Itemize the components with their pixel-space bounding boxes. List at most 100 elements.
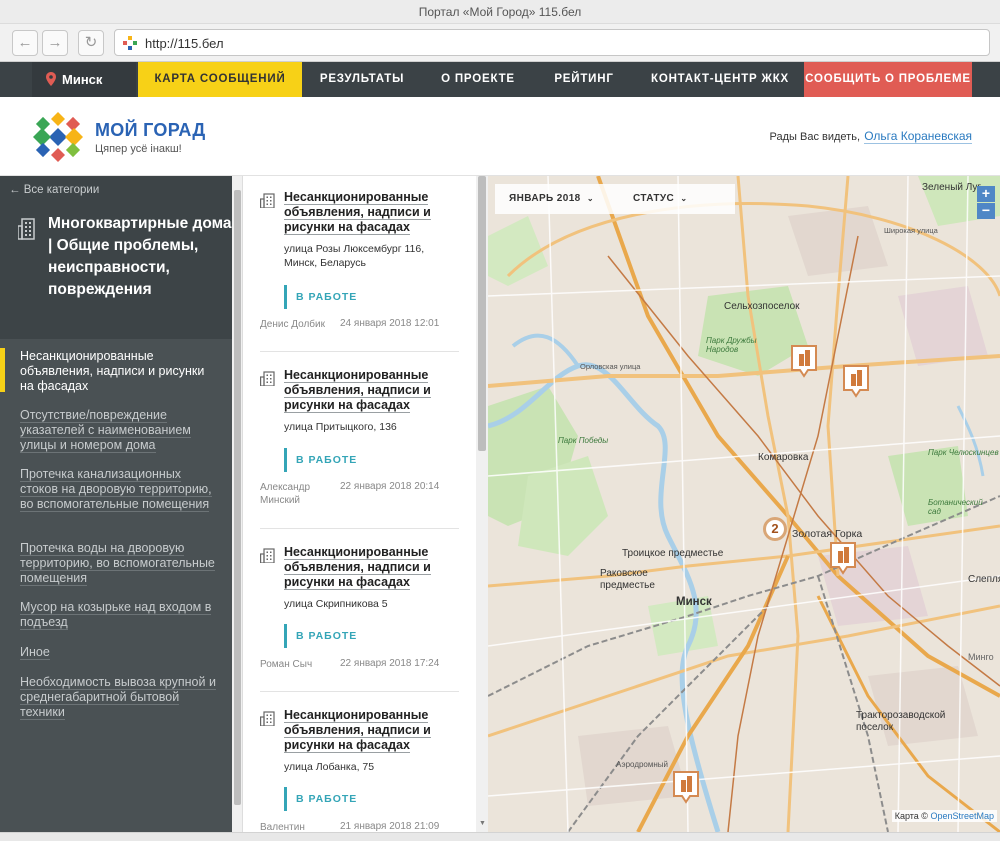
subcategory-item[interactable]: Отсутствие/повреждение указателей с наим…	[20, 408, 220, 453]
subcategory-item[interactable]: Протечка канализационных стоков на дворо…	[20, 467, 220, 512]
message-title-text: Несанкционированные объявления, надписи …	[284, 368, 431, 413]
message-address: улица Лобанка, 75	[284, 761, 375, 773]
message-address: улица Скрипникова 5	[284, 598, 388, 610]
map-label: Парк Челюскинцев	[928, 448, 999, 457]
map-marker-icon[interactable]	[672, 770, 700, 804]
map-label: Раковское предместье	[600, 568, 655, 591]
chevron-down-icon: ⌄	[586, 194, 594, 203]
message-date: 22 января 2018 17:24	[340, 658, 440, 669]
card-divider	[260, 691, 459, 692]
subcategory-label: Протечка канализационных стоков на дворо…	[20, 467, 212, 512]
subcategory-label: Мусор на козырьке над входом в подъезд	[20, 600, 212, 630]
map-label: Парк Победы	[558, 436, 609, 445]
subcategory-item[interactable]: Иное	[20, 645, 220, 660]
location-pin-icon	[46, 72, 56, 86]
scroll-thumb[interactable]	[234, 190, 241, 805]
forward-button[interactable]: →	[42, 30, 68, 56]
map-cluster-marker[interactable]: 2	[763, 517, 787, 541]
all-categories-link[interactable]: ← Все категории	[9, 184, 99, 196]
scroll-thumb[interactable]	[478, 176, 486, 451]
month-filter-dropdown[interactable]: ЯНВАРЬ 2018 ⌄	[509, 193, 594, 204]
brand-slogan: Цяпер усё інакш!	[95, 143, 182, 155]
nav-map[interactable]: КАРТА СООБЩЕНИЙ	[138, 62, 302, 97]
address-bar[interactable]: http://115.бел	[114, 29, 990, 56]
status-badge: В РАБОТЕ	[284, 285, 357, 309]
apartment-building-icon	[18, 218, 35, 240]
map-filter-bar: ЯНВАРЬ 2018 ⌄ СТАТУС ⌄	[495, 184, 735, 214]
zoom-in-button[interactable]: +	[977, 186, 995, 202]
category-sidebar: ← Все категории Многоквартирные дома | О…	[0, 176, 232, 841]
message-title[interactable]: Несанкционированные объявления, надписи …	[284, 708, 459, 753]
browser-toolbar: ← → ↻ http://115.бел	[0, 24, 1000, 62]
site-logo-icon[interactable]	[30, 109, 86, 163]
site-favicon-icon	[123, 36, 137, 50]
nav-contact-center[interactable]: КОНТАКТ-ЦЕНТР ЖКХ	[634, 62, 806, 97]
map-label: Парк Дружбы Народов	[706, 336, 757, 354]
subcategory-item-active[interactable]: Несанкционированные объявления, надписи …	[20, 349, 220, 394]
message-title[interactable]: Несанкционированные объявления, надписи …	[284, 545, 459, 590]
message-address: улица Притыцкого, 136	[284, 421, 397, 433]
map-label: Тракторозаводской поселок	[856, 710, 946, 733]
subcategory-label: Необходимость вывоза крупной и среднегаб…	[20, 675, 216, 720]
messages-map[interactable]: Сельхозпоселок Комаровка Золотая Горка Т…	[488, 176, 1000, 832]
window-title: Портал «Мой Город» 115.бел	[0, 0, 1000, 24]
status-badge: В РАБОТЕ	[284, 787, 357, 811]
message-date: 22 января 2018 20:14	[340, 481, 440, 492]
reload-button[interactable]: ↻	[78, 30, 104, 56]
map-zoom-controls: + −	[977, 186, 995, 220]
site-header: МОЙ ГОРАД Цяпер усё інакш! Рады Вас виде…	[0, 97, 1000, 176]
chevron-down-icon: ⌄	[680, 194, 688, 203]
user-profile-link[interactable]: Ольга Кораневская	[864, 129, 972, 144]
active-indicator	[0, 348, 5, 392]
month-filter-label: ЯНВАРЬ 2018	[509, 193, 581, 204]
status-filter-dropdown[interactable]: СТАТУС ⌄	[633, 193, 687, 204]
card-divider	[260, 528, 459, 529]
map-city-label: Минск	[676, 596, 712, 608]
status-filter-label: СТАТУС	[633, 193, 675, 204]
map-label: Ботанический сад	[928, 498, 983, 516]
message-title-text: Несанкционированные объявления, надписи …	[284, 708, 431, 753]
back-button[interactable]: ←	[12, 30, 38, 56]
subcategory-item[interactable]: Мусор на козырьке над входом в подъезд	[20, 600, 220, 630]
window-bottom-edge	[0, 832, 1000, 841]
message-author: Денис Долбик	[260, 319, 325, 330]
zoom-out-button[interactable]: −	[977, 203, 995, 219]
message-card[interactable]: Несанкционированные объявления, надписи …	[260, 368, 460, 529]
report-problem-button[interactable]: СООБЩИТЬ О ПРОБЛЕМЕ	[804, 62, 972, 97]
message-title-text: Несанкционированные объявления, надписи …	[284, 190, 431, 235]
message-card[interactable]: Несанкционированные объявления, надписи …	[260, 545, 460, 705]
message-card[interactable]: Несанкционированные объявления, надписи …	[260, 190, 460, 352]
apartment-building-icon	[260, 193, 275, 208]
city-label: Минск	[62, 72, 103, 87]
nav-results[interactable]: РЕЗУЛЬТАТЫ	[302, 62, 422, 97]
message-title-text: Несанкционированные объявления, надписи …	[284, 545, 431, 590]
subcategory-item[interactable]: Необходимость вывоза крупной и среднегаб…	[20, 675, 220, 720]
map-marker-icon[interactable]	[829, 541, 857, 575]
map-marker-icon[interactable]	[842, 364, 870, 398]
map-label: Комаровка	[758, 452, 809, 463]
greeting-text: Рады Вас видеть,	[769, 131, 860, 143]
message-card[interactable]: Несанкционированные объявления, надписи …	[260, 708, 460, 832]
subcategory-item[interactable]: Протечка воды на дворовую территорию, во…	[20, 541, 220, 586]
map-marker-icon[interactable]	[790, 344, 818, 378]
message-date: 21 января 2018 21:09	[340, 821, 440, 832]
nav-about[interactable]: О ПРОЕКТЕ	[422, 62, 534, 97]
nav-rating[interactable]: РЕЙТИНГ	[534, 62, 634, 97]
map-label: Слепля	[968, 574, 1000, 585]
status-badge: В РАБОТЕ	[284, 448, 357, 472]
message-title[interactable]: Несанкционированные объявления, надписи …	[284, 368, 459, 413]
scroll-down-arrow-icon[interactable]: ▼	[479, 820, 486, 827]
feed-scrollbar[interactable]: ▼	[476, 176, 488, 832]
status-badge: В РАБОТЕ	[284, 624, 357, 648]
sidebar-header: ← Все категории Многоквартирные дома | О…	[0, 176, 232, 339]
openstreetmap-link[interactable]: OpenStreetMap	[930, 811, 994, 821]
city-selector[interactable]: Минск	[32, 62, 136, 97]
map-label: Минго	[968, 652, 994, 662]
apartment-building-icon	[260, 548, 275, 563]
subcategory-label: Протечка воды на дворовую территорию, во…	[20, 541, 215, 586]
message-title[interactable]: Несанкционированные объявления, надписи …	[284, 190, 459, 235]
subcategory-label: Несанкционированные объявления, надписи …	[20, 349, 205, 393]
apartment-building-icon	[260, 371, 275, 386]
sidebar-scrollbar[interactable]	[232, 176, 243, 832]
map-label: Широкая улица	[884, 226, 938, 235]
